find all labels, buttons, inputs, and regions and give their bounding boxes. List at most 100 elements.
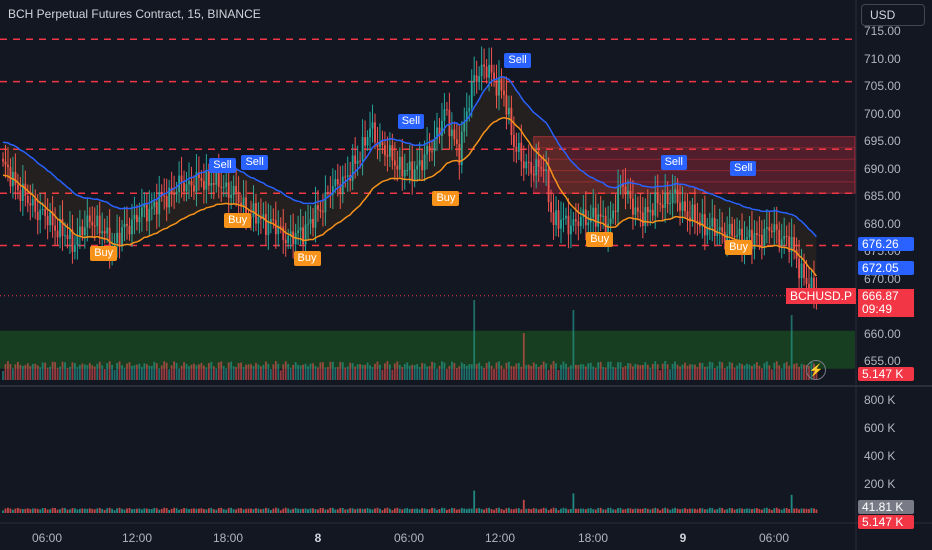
volume-bar: [336, 367, 339, 380]
chart-canvas[interactable]: [0, 0, 932, 550]
volume-bar-lower: [436, 509, 438, 513]
volume-bar-lower: [535, 508, 538, 513]
volume-bar: [304, 363, 307, 380]
time-tick-label: 12:00: [121, 531, 153, 545]
volume-bar-lower: [376, 507, 379, 513]
volume-bar-lower: [49, 509, 52, 513]
volume-bar-lower: [646, 508, 649, 513]
volume-bar-lower: [560, 508, 562, 513]
volume-bar-lower: [69, 509, 71, 513]
volume-bar: [178, 368, 180, 380]
volume-bar: [654, 361, 657, 380]
volume-bar-lower: [443, 508, 446, 513]
volume-bar-lower: [245, 508, 247, 513]
candle-body: [336, 179, 339, 185]
volume-bar-lower: [582, 508, 585, 513]
price-tick-label: 705.00: [864, 79, 901, 93]
time-tick-label: 06:00: [393, 531, 425, 545]
volume-bar-lower: [9, 508, 12, 513]
volume-bar: [793, 364, 796, 380]
volume-bar-lower: [423, 508, 426, 513]
buy-signal-label: Buy: [432, 190, 460, 206]
volume-bar-lower: [272, 508, 275, 513]
volume-bar: [51, 361, 54, 380]
volume-bar-lower: [798, 509, 800, 513]
volume-bar-lower: [741, 508, 743, 513]
volume-bar: [597, 362, 600, 380]
volume-bar-lower: [252, 509, 255, 513]
volume-bar-lower: [31, 508, 34, 513]
volume-bar: [312, 363, 314, 380]
volume-bar: [624, 365, 627, 380]
volume-bar: [324, 367, 327, 380]
volume-bar-lower: [446, 509, 448, 513]
volume-bar-lower: [495, 508, 498, 513]
volume-bar: [297, 364, 300, 380]
volume-bar-lower: [540, 508, 543, 513]
volume-bar-lower: [478, 508, 481, 513]
volume-bar-lower: [215, 509, 218, 513]
volume-bar-lower: [756, 508, 758, 513]
volume-bar: [71, 362, 74, 380]
volume-tick-label: 200 K: [864, 477, 896, 491]
volume-bar-lower: [483, 509, 486, 513]
price-tick-label: 715.00: [864, 24, 901, 38]
candle-body: [527, 161, 530, 163]
volume-bar-lower: [175, 508, 178, 513]
volume-bar-lower: [123, 509, 126, 513]
volume-bar-lower: [619, 508, 622, 513]
volume-bar-lower: [173, 507, 176, 513]
volume-bar-lower: [54, 507, 56, 513]
volume-bar-lower: [317, 509, 319, 513]
volume-bar-lower: [39, 509, 42, 513]
volume-bar: [411, 364, 414, 380]
volume-bar-lower: [240, 508, 242, 513]
volume-bar-lower: [195, 508, 198, 513]
volume-bar: [480, 366, 483, 380]
volume-bar: [354, 366, 357, 380]
volume-bar: [29, 366, 32, 380]
candle-body: [574, 219, 577, 222]
volume-bar-lower: [681, 508, 684, 513]
volume-bar-lower: [138, 508, 141, 513]
volume-bar: [195, 365, 198, 380]
volume-bar-lower: [341, 508, 344, 513]
volume-bar-lower: [656, 508, 659, 513]
volume-bar: [780, 368, 783, 380]
volume-bar: [686, 365, 689, 380]
volume-bar-lower: [24, 508, 27, 513]
volume-last-badge: 5.147 K: [858, 515, 914, 529]
volume-bar-lower: [441, 507, 443, 513]
volume-bar: [751, 366, 753, 380]
volume-bar-lower: [679, 509, 681, 513]
volume-bar-lower: [562, 507, 565, 513]
volume-bar-lower: [78, 508, 81, 513]
volume-bar: [413, 364, 416, 380]
volume-bar: [728, 361, 731, 380]
volume-bar: [393, 363, 396, 380]
volume-bar: [31, 363, 34, 380]
volume-bar-lower: [217, 508, 220, 513]
lightning-icon[interactable]: ⚡: [806, 360, 826, 380]
volume-bar: [69, 366, 71, 380]
volume-bar: [525, 364, 528, 380]
volume-bar: [126, 363, 128, 380]
volume-bar: [136, 364, 138, 380]
volume-bar: [448, 365, 451, 380]
volume-bar: [441, 361, 443, 380]
volume-bar-lower: [743, 508, 746, 513]
volume-bar: [153, 361, 156, 380]
volume-bar: [227, 362, 230, 380]
currency-button[interactable]: USD: [861, 4, 925, 26]
candle-body: [41, 208, 44, 210]
volume-bar: [636, 364, 639, 380]
volume-bar: [220, 361, 223, 380]
volume-bar: [773, 362, 776, 380]
volume-bar-lower: [726, 509, 729, 513]
volume-bar-lower: [694, 508, 696, 513]
volume-bar: [753, 363, 756, 380]
volume-bar-lower: [14, 508, 17, 513]
volume-bar-lower: [433, 508, 436, 513]
volume-bar-lower: [118, 507, 121, 513]
candle-body: [446, 109, 448, 111]
